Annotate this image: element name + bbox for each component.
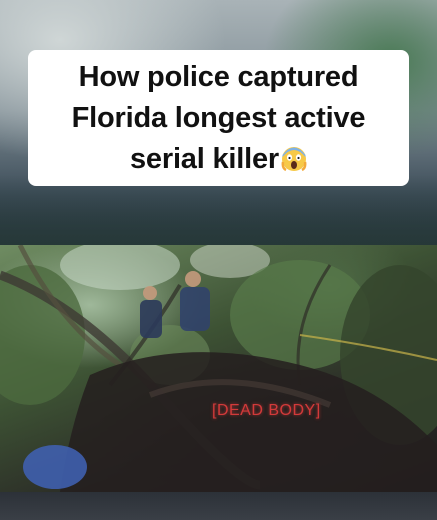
officer-figure [140, 286, 162, 338]
blurred-background-bottom [0, 492, 437, 520]
caption-line-3: serial killer [130, 142, 279, 175]
bodycam-scene [0, 245, 437, 492]
caption-line-2: Florida longest active [71, 101, 366, 134]
video-frame [0, 245, 437, 492]
officer-figure [180, 271, 210, 331]
video-overlay-label: [DEAD BODY] [212, 402, 321, 419]
caption-line-1: How police captured [78, 60, 359, 93]
caption-text: How police captured Florida longest acti… [72, 57, 366, 180]
caption-box: How police captured Florida longest acti… [28, 50, 409, 186]
face-screaming-in-fear-icon [281, 143, 307, 171]
